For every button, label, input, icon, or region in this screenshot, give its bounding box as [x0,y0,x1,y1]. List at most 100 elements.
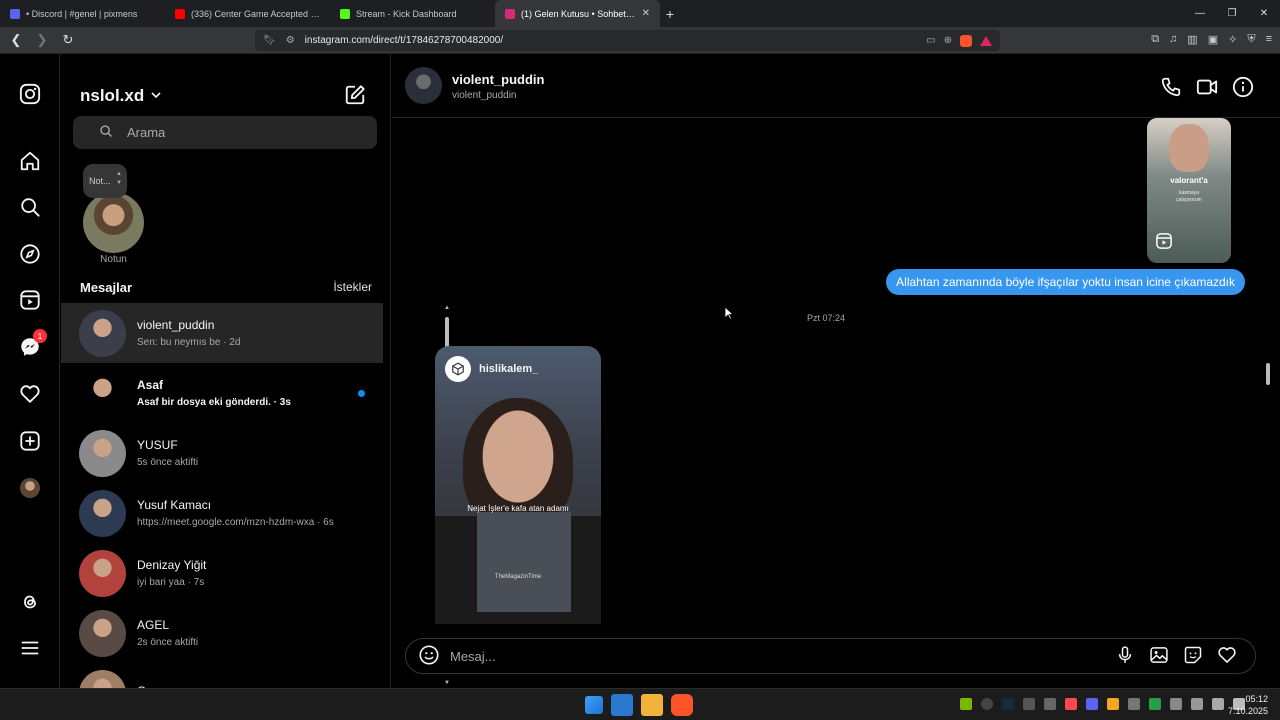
screenshot-icon[interactable]: ⧉ [1151,33,1159,46]
note-avatar[interactable] [83,192,144,253]
valorant-tray-icon[interactable] [1065,698,1077,710]
browser-tab[interactable]: (336) Center Game Accepted #Chess [165,0,330,27]
account-switcher[interactable]: nslol.xd [80,86,162,106]
conversation-name: YUSUF [137,438,178,452]
info-icon[interactable] [1232,76,1254,103]
chat-scrollbar[interactable] [1264,118,1272,623]
tab-close-icon[interactable]: ✕ [642,8,650,19]
record-tray-icon[interactable] [981,698,993,710]
volume-tray-icon[interactable] [1212,698,1224,710]
more-menu-icon[interactable] [18,636,42,660]
reel-thumbnail[interactable]: valorant'a kasmaya çalışıyorum [1147,118,1231,263]
media-icon[interactable]: ♫ [1169,33,1177,46]
video-call-icon[interactable] [1196,76,1218,103]
maximize-button[interactable]: ❐ [1216,8,1248,19]
conversation-name: Denizay Yiğit [137,558,207,572]
browser-tab[interactable]: Stream - Kick Dashboard [330,0,495,27]
home-icon[interactable] [18,149,42,173]
back-button[interactable]: ❮ [8,32,24,48]
explore-icon[interactable] [18,242,42,266]
app-tray-icon[interactable] [1023,698,1035,710]
image-upload-icon[interactable] [1149,645,1169,668]
brave-rewards-icon[interactable] [980,35,992,46]
new-tab-button[interactable]: + [660,6,680,22]
chat-scrollbar-thumb[interactable] [1266,363,1270,385]
sent-message-bubble[interactable]: Allahtan zamanında böyle ifşaçılar yoktu… [886,269,1245,295]
forward-button[interactable]: ❯ [34,32,50,48]
note-bubble[interactable]: Not... ▲ ▼ [83,164,127,198]
network-tray-icon[interactable] [1044,698,1056,710]
site-info-icon[interactable]: ⚙ [286,35,295,46]
tab-title: (336) Center Game Accepted #Chess [191,8,320,19]
nvidia-tray-icon[interactable] [960,698,972,710]
cast-icon[interactable]: ▭ [926,35,935,46]
search-icon [99,124,113,141]
conversation-item[interactable]: Asaf Asaf bir dosya eki gönderdi. · 3s [61,363,383,423]
steam-tray-icon[interactable] [1002,698,1014,710]
conversation-item[interactable]: AGEL 2s önce aktifti [61,603,383,663]
chrome-tray-icon[interactable] [1149,698,1161,710]
mic-tray-icon[interactable] [1170,698,1182,710]
threads-icon[interactable] [18,590,42,614]
conversation-avatar [79,489,126,537]
shared-reel-card[interactable]: hislikalem_ Nejat İşler'e kafa atan adam… [435,346,601,624]
phone-icon[interactable] [1160,76,1182,103]
address-bar[interactable]: 🔖︎ ⚙ instagram.com/direct/t/178462787004… [255,30,1000,51]
microphone-icon[interactable] [1115,645,1135,668]
browser-tab[interactable]: (1) Gelen Kutusu • Sohbetler ✕ [495,0,660,27]
search-input[interactable]: Arama [73,116,377,149]
photos-app-icon[interactable] [611,694,633,716]
search-icon[interactable] [18,195,42,219]
message-input[interactable]: Mesaj... [450,649,496,664]
brave-browser-icon[interactable] [671,694,693,716]
reels-icon[interactable] [18,288,42,312]
message-composer[interactable]: Mesaj... [405,638,1256,674]
conversation-item[interactable]: YUSUF 5s önce aktifti [61,423,383,483]
wifi-tray-icon[interactable] [1128,698,1140,710]
compose-icon[interactable] [344,84,366,111]
tab-favicon-icon [175,8,185,19]
reels-icon [1155,232,1173,255]
sticker-icon[interactable] [1183,645,1203,668]
conversation-item[interactable]: violent_puddin Sen: bu neymıs be · 2d [61,303,383,363]
profile-avatar[interactable] [18,476,42,500]
security-tray-icon[interactable] [1107,698,1119,710]
wallet-icon[interactable]: ▣ [1208,33,1218,46]
reload-button[interactable]: ↻ [60,32,76,48]
conversation-item[interactable]: Denizay Yiğit iyi bari yaa · 7s [61,543,383,603]
emoji-icon[interactable] [418,644,440,669]
messages-label: Mesajlar [80,280,133,295]
conversation-preview: 2s önce aktifti [137,637,199,648]
chat-avatar[interactable] [405,67,442,104]
zoom-icon[interactable]: ⊕ [944,35,952,46]
conversation-item[interactable]: Ceren [61,663,383,688]
leo-ai-icon[interactable]: ✧ [1228,33,1237,46]
discord-tray-icon[interactable] [1086,698,1098,710]
conversation-item[interactable]: Yusuf Kamacı https://meet.google.com/mzn-… [61,483,383,543]
file-explorer-icon[interactable] [641,694,663,716]
messages-icon[interactable]: 1 [18,329,47,359]
menu-icon[interactable]: ≡ [1266,33,1272,46]
conversation-preview: 5s önce aktifti [137,457,199,468]
taskbar-clock[interactable]: 05:12 7.10.2025 [1228,693,1268,717]
notifications-heart-icon[interactable] [18,382,42,406]
requests-link[interactable]: İstekler [333,280,372,295]
bookmark-icon[interactable]: 🔖︎ [263,35,276,46]
unread-dot [358,390,365,397]
like-heart-icon[interactable] [1217,645,1237,668]
vpn-icon[interactable]: ⛨ [1247,33,1255,46]
display-tray-icon[interactable] [1191,698,1203,710]
message-timestamp: Pzt 07:24 [806,313,846,323]
instagram-logo-icon[interactable] [18,82,42,106]
close-window-button[interactable]: ✕ [1248,8,1280,19]
chat-name[interactable]: violent_puddin [452,72,544,87]
minimize-button[interactable]: — [1184,8,1216,19]
browser-tab[interactable]: • Discord | #genel | pixmens [0,0,165,27]
reel-subcaption: kasmaya çalışıyorum [1176,190,1202,203]
start-menu-icon[interactable] [585,696,603,714]
create-icon[interactable] [18,429,42,453]
sidebar-icon[interactable]: ▥ [1187,33,1197,46]
shared-reel-header[interactable]: hislikalem_ [445,356,538,382]
mouse-cursor-icon [724,306,735,325]
brave-shields-icon[interactable] [960,34,972,47]
